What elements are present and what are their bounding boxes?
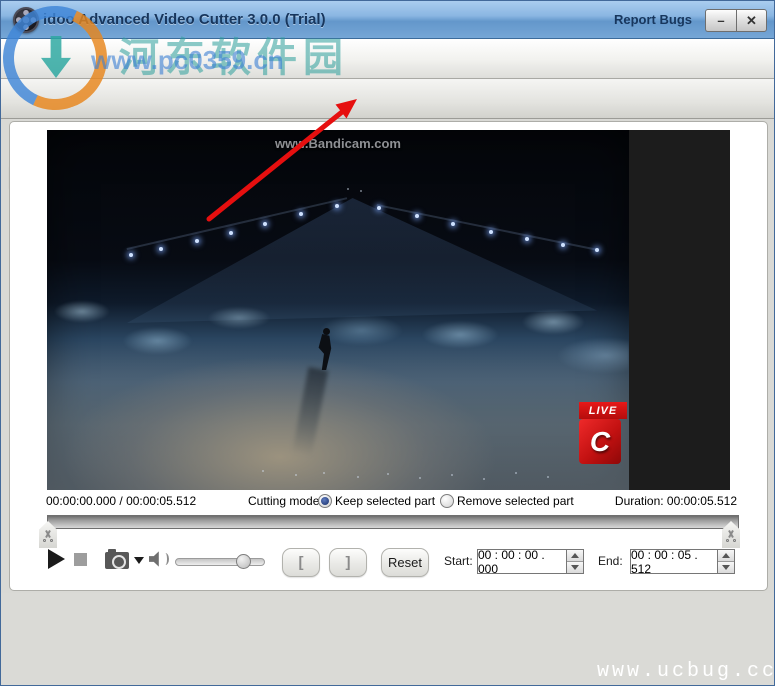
timeline-track[interactable] — [47, 515, 739, 529]
main-panel: www.Bandicam.com LIVE C 00:00:00.000 / 0… — [9, 121, 768, 591]
start-spin-up-icon[interactable] — [567, 550, 583, 562]
duration-text: Duration: 00:00:05.512 — [615, 494, 737, 508]
end-spin-down-icon[interactable] — [718, 562, 734, 573]
end-spin-up-icon[interactable] — [718, 550, 734, 562]
speaker-icon[interactable] — [149, 551, 163, 567]
snapshot-camera-button[interactable] — [105, 552, 129, 569]
radio-keep-selected-part[interactable] — [318, 494, 332, 508]
minimize-button[interactable]: – — [705, 9, 736, 32]
video-frame: www.Bandicam.com LIVE C — [47, 130, 629, 490]
set-start-bracket-button[interactable]: [ — [282, 548, 320, 577]
start-time-field[interactable]: 00 : 00 : 00 . 000 — [477, 549, 567, 574]
skater-figure — [323, 328, 330, 335]
snapshot-dropdown-caret[interactable] — [134, 557, 144, 564]
toolbar: Add File D:\tools\桌面\新视频\Example.mkv — [1, 39, 775, 79]
end-time-stepper[interactable] — [718, 549, 735, 574]
volume-slider[interactable] — [175, 558, 265, 566]
cutting-mode-label: Cutting mode: — [248, 494, 323, 508]
start-time-stepper[interactable] — [567, 549, 584, 574]
stop-button[interactable] — [74, 553, 87, 566]
volume-thumb[interactable] — [236, 554, 251, 569]
radio-remove-selected-part[interactable] — [440, 494, 454, 508]
start-time-label: Start: — [444, 554, 473, 568]
start-spin-down-icon[interactable] — [567, 562, 583, 573]
speaker-wave-icon — [163, 553, 169, 565]
bandicam-watermark: www.Bandicam.com — [47, 136, 629, 151]
end-time-field[interactable]: 00 : 00 : 05 . 512 — [630, 549, 718, 574]
reset-button[interactable]: Reset — [381, 548, 429, 577]
output-section: Output Format: Keep Original Video Forma… — [1, 593, 775, 686]
window-title: idoo Advanced Video Cutter 3.0.0 (Trial) — [43, 11, 326, 28]
film-reel-app-icon — [13, 7, 39, 33]
set-end-bracket-button[interactable]: ] — [329, 548, 367, 577]
keep-part-label[interactable]: Keep selected part — [335, 494, 435, 508]
remove-part-label[interactable]: Remove selected part — [457, 494, 574, 508]
playback-position: 00:00:00.000 / 00:00:05.512 — [46, 494, 196, 508]
play-button[interactable] — [48, 549, 65, 569]
tab-bar: Cut Crop Effect WaterMark ST Subtitle Ad… — [1, 79, 775, 119]
close-button[interactable]: ✕ — [736, 9, 767, 32]
end-time-label: End: — [598, 554, 623, 568]
video-preview: www.Bandicam.com LIVE C — [47, 130, 730, 490]
app-window: idoo Advanced Video Cutter 3.0.0 (Trial)… — [0, 0, 775, 686]
letterbox-bar — [629, 130, 730, 490]
report-bugs-link[interactable]: Report Bugs — [614, 12, 692, 27]
channel-logo: C — [579, 419, 621, 464]
title-bar: idoo Advanced Video Cutter 3.0.0 (Trial)… — [1, 1, 775, 39]
live-badge: LIVE — [579, 402, 627, 419]
